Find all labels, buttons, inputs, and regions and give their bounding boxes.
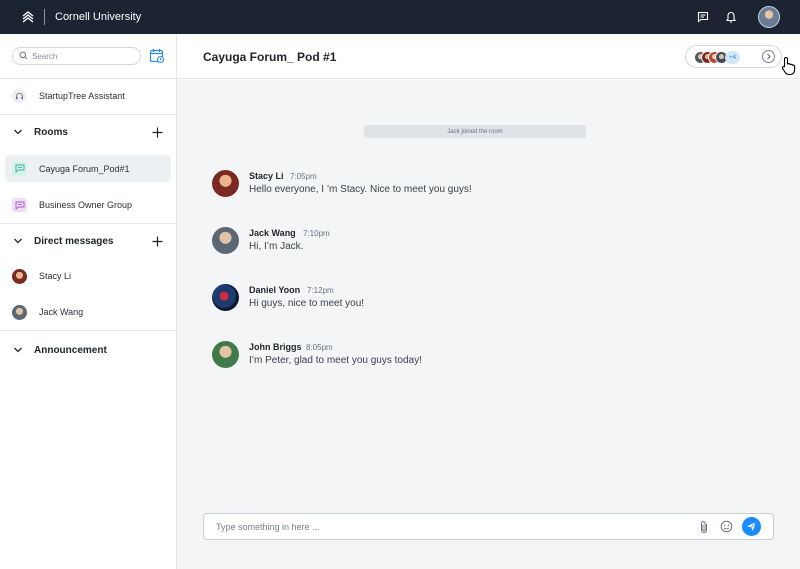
- chevron-right-icon[interactable]: [762, 50, 775, 63]
- sidebar-item-label: StartupTree Assistant: [39, 91, 125, 101]
- logo-divider: [44, 9, 45, 25]
- direct-messages-section-header[interactable]: Direct messages: [0, 233, 177, 249]
- message-item: John Briggs 8:05pm I’m Peter, glad to me…: [212, 341, 712, 371]
- sidebar-item-business-owner-group[interactable]: Business Owner Group: [0, 197, 177, 213]
- room-label: Business Owner Group: [39, 200, 133, 210]
- announcement-section-header[interactable]: Announcement: [0, 342, 177, 358]
- sidebar-item-dm-jack-wang[interactable]: Jack Wang: [0, 304, 177, 320]
- message-timestamp: 8:05pm: [306, 343, 333, 352]
- avatar[interactable]: [212, 341, 239, 368]
- message-composer[interactable]: [203, 513, 774, 540]
- message-author[interactable]: John Briggs: [249, 342, 302, 352]
- send-button[interactable]: [742, 517, 761, 536]
- message-text: I’m Peter, glad to meet you guys today!: [249, 355, 422, 366]
- search-box[interactable]: [12, 47, 141, 65]
- user-avatar[interactable]: [758, 6, 780, 28]
- message-text: Hi guys, nice to meet you!: [249, 298, 365, 309]
- chat-icon: [12, 161, 27, 176]
- more-members-badge: +4: [725, 51, 740, 64]
- page-title: Cayuga Forum_ Pod #1: [203, 50, 337, 64]
- sidebar-item-cayuga-forum-pod1[interactable]: Cayuga Forum_Pod#1: [5, 155, 171, 182]
- startuptree-logo-icon[interactable]: [20, 9, 36, 25]
- message-input[interactable]: [216, 520, 686, 534]
- add-direct-message-icon[interactable]: [151, 235, 163, 247]
- sidebar-divider: [0, 330, 177, 331]
- avatar[interactable]: [212, 170, 239, 197]
- rooms-section-header[interactable]: Rooms: [0, 124, 177, 140]
- sidebar: StartupTree Assistant Rooms Cayuga Forum…: [0, 34, 177, 569]
- chevron-down-icon[interactable]: [13, 127, 23, 137]
- search-icon: [19, 47, 28, 65]
- message-author[interactable]: Stacy Li: [249, 171, 284, 181]
- sidebar-divider: [0, 78, 177, 79]
- room-label: Cayuga Forum_Pod#1: [39, 163, 130, 174]
- dm-label: Stacy Li: [39, 271, 72, 281]
- notification-bell-icon[interactable]: [724, 10, 738, 24]
- direct-messages-label: Direct messages: [34, 235, 114, 247]
- sidebar-item-startuptree-assistant[interactable]: StartupTree Assistant: [0, 87, 177, 105]
- system-notice: Jack joined the room: [364, 125, 586, 138]
- chat-icon: [12, 198, 27, 212]
- top-actions: [696, 0, 780, 34]
- message-item: Daniel Yoon 7:12pm Hi guys, nice to meet…: [212, 284, 712, 314]
- avatar[interactable]: [212, 284, 239, 311]
- hand-pointer-cursor-icon: [781, 56, 797, 76]
- chat-messages-area: Jack joined the room Stacy Li 7:05pm Hel…: [177, 80, 800, 569]
- message-timestamp: 7:05pm: [290, 172, 317, 181]
- sidebar-item-dm-stacy-li[interactable]: Stacy Li: [0, 268, 177, 284]
- message-item: Stacy Li 7:05pm Hello everyone, I ’m Sta…: [212, 170, 712, 200]
- message-author[interactable]: Jack Wang: [249, 228, 296, 238]
- calendar-icon[interactable]: [149, 48, 165, 64]
- chevron-down-icon[interactable]: [13, 345, 23, 355]
- room-members-button[interactable]: +4: [685, 45, 782, 68]
- message-author[interactable]: Daniel Yoon: [249, 285, 300, 295]
- headset-icon: [12, 89, 26, 103]
- message-timestamp: 7:10pm: [303, 229, 330, 238]
- paperclip-icon[interactable]: [698, 520, 710, 534]
- add-room-icon[interactable]: [151, 126, 163, 138]
- avatar: [12, 304, 27, 320]
- brand-name[interactable]: Cornell University: [55, 11, 141, 23]
- message-text: Hi, I’m Jack.: [249, 241, 304, 252]
- dm-label: Jack Wang: [39, 307, 84, 317]
- message-timestamp: 7:12pm: [307, 286, 334, 295]
- messages-icon[interactable]: [696, 10, 710, 24]
- sidebar-divider: [0, 114, 177, 115]
- top-navigation-bar: Cornell University: [0, 0, 800, 34]
- message-item: Jack Wang 7:10pm Hi, I’m Jack.: [212, 227, 712, 257]
- avatar[interactable]: [212, 227, 239, 254]
- send-icon: [747, 521, 757, 531]
- sidebar-divider: [0, 223, 177, 224]
- search-input[interactable]: [32, 51, 132, 61]
- message-text: Hello everyone, I ’m Stacy. Nice to meet…: [249, 184, 472, 195]
- rooms-label: Rooms: [34, 126, 68, 138]
- emoji-icon[interactable]: [720, 520, 733, 533]
- chat-header: Cayuga Forum_ Pod #1 +4: [177, 34, 800, 79]
- chevron-down-icon[interactable]: [13, 236, 23, 246]
- avatar: [12, 268, 27, 284]
- announcement-label: Announcement: [34, 344, 107, 356]
